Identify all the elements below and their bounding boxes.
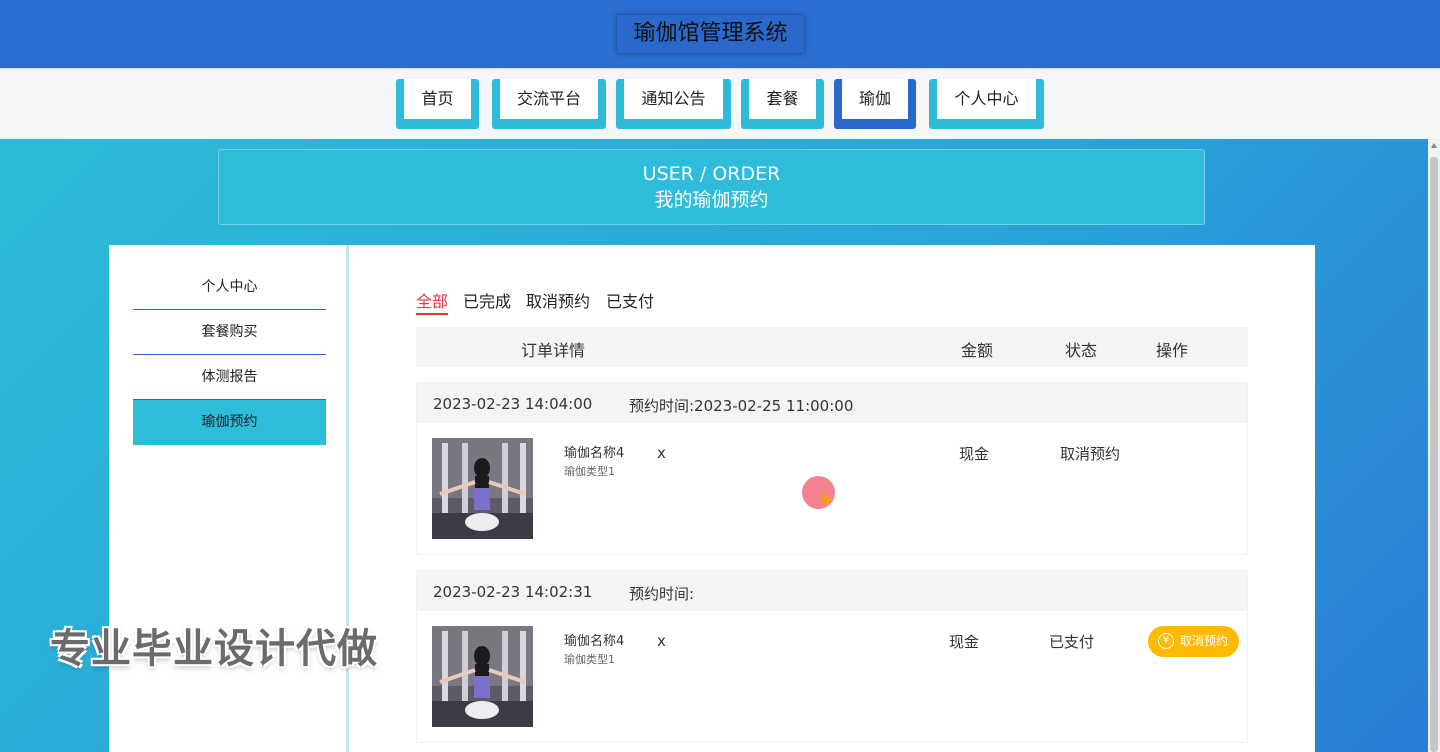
sidebar-item-yoga-booking[interactable]: 瑜伽预约 — [133, 400, 326, 445]
order-header: 2023-02-23 14:02:31 预约时间: — [417, 571, 1247, 611]
column-status: 状态 — [1065, 341, 1098, 360]
nav-item-yoga[interactable]: 瑜伽 — [834, 79, 916, 129]
yoga-name: 瑜伽名称4 — [564, 634, 625, 649]
cancel-booking-button[interactable]: ¥ 取消预约 — [1148, 626, 1239, 657]
nav-item-personal-center[interactable]: 个人中心 — [929, 79, 1044, 129]
order-created-time: 2023-02-23 14:02:31 — [433, 583, 593, 601]
site-title: 瑜伽馆管理系统 — [616, 14, 805, 54]
mouse-cursor-highlight — [802, 476, 835, 509]
nav-item-home[interactable]: 首页 — [396, 79, 479, 129]
order-status: 取消预约 — [1060, 445, 1121, 463]
sidebar-item-fitness-report[interactable]: 体测报告 — [133, 355, 326, 400]
tab-completed[interactable]: 已完成 — [463, 288, 511, 312]
order-header: 2023-02-23 14:04:00 预约时间:2023-02-25 11:0… — [417, 383, 1247, 423]
column-amount: 金额 — [961, 341, 994, 360]
order-created-time: 2023-02-23 14:04:00 — [433, 395, 593, 413]
order-quantity: x — [657, 632, 666, 650]
nav-item-label: 通知公告 — [624, 79, 723, 119]
nav-item-notice[interactable]: 通知公告 — [616, 79, 731, 129]
content-panel: 个人中心 套餐购买 体测报告 瑜伽预约 全部 已完成 取消预约 已支付 订单详情… — [109, 245, 1315, 752]
order-table-header: 订单详情 金额 状态 操作 — [416, 327, 1248, 367]
tab-cancelled[interactable]: 取消预约 — [526, 288, 590, 312]
scrollbar-thumb[interactable] — [1430, 157, 1438, 752]
cursor-arrow-icon — [815, 487, 833, 507]
yoga-photo-image — [432, 626, 533, 727]
nav-item-forum[interactable]: 交流平台 — [492, 79, 606, 129]
column-detail: 订单详情 — [521, 341, 586, 360]
order-booking-time: 预约时间: — [629, 585, 695, 603]
nav-item-package[interactable]: 套餐 — [741, 79, 824, 129]
yen-icon: ¥ — [1158, 633, 1174, 649]
order-status: 已支付 — [1049, 633, 1095, 651]
nav-item-label: 套餐 — [749, 79, 816, 119]
order-quantity: x — [657, 444, 666, 462]
order-amount: 现金 — [949, 633, 980, 651]
order-card: 2023-02-23 14:02:31 预约时间: 瑜伽名称4 瑜伽类型1 x … — [416, 570, 1248, 743]
yoga-name: 瑜伽名称4 — [564, 446, 625, 461]
nav-item-label: 交流平台 — [500, 79, 598, 119]
sidebar-item-package-purchase[interactable]: 套餐购买 — [133, 310, 326, 355]
user-sidebar: 个人中心 套餐购买 体测报告 瑜伽预约 — [109, 245, 349, 752]
yoga-type: 瑜伽类型1 — [564, 653, 615, 666]
nav-item-label: 瑜伽 — [842, 79, 908, 119]
yoga-thumbnail[interactable] — [432, 438, 533, 539]
scroll-up-icon[interactable] — [1431, 143, 1437, 148]
tab-all[interactable]: 全部 — [416, 288, 449, 315]
order-card: 2023-02-23 14:04:00 预约时间:2023-02-25 11:0… — [416, 382, 1248, 555]
nav-item-label: 首页 — [404, 79, 471, 119]
order-amount: 现金 — [959, 445, 990, 463]
column-action: 操作 — [1156, 341, 1189, 360]
sidebar-item-personal-center[interactable]: 个人中心 — [133, 265, 326, 310]
yoga-type: 瑜伽类型1 — [564, 465, 615, 478]
watermark-text: 专业毕业设计代做 — [50, 626, 378, 672]
page-banner: USER / ORDER 我的瑜伽预约 — [218, 149, 1205, 225]
banner-title-en: USER / ORDER — [642, 163, 781, 185]
yoga-photo-image — [432, 438, 533, 539]
nav-item-label: 个人中心 — [937, 79, 1036, 119]
cancel-booking-label: 取消预约 — [1180, 634, 1229, 648]
top-header: 瑜伽馆管理系统 — [0, 0, 1440, 68]
page-scrollbar[interactable] — [1428, 139, 1440, 752]
tab-paid[interactable]: 已支付 — [606, 288, 654, 312]
main-nav: 首页 交流平台 通知公告 套餐 瑜伽 个人中心 — [0, 68, 1440, 139]
order-booking-time: 预约时间:2023-02-25 11:00:00 — [629, 397, 854, 415]
banner-title-cn: 我的瑜伽预约 — [654, 189, 769, 211]
yoga-thumbnail[interactable] — [432, 626, 533, 727]
